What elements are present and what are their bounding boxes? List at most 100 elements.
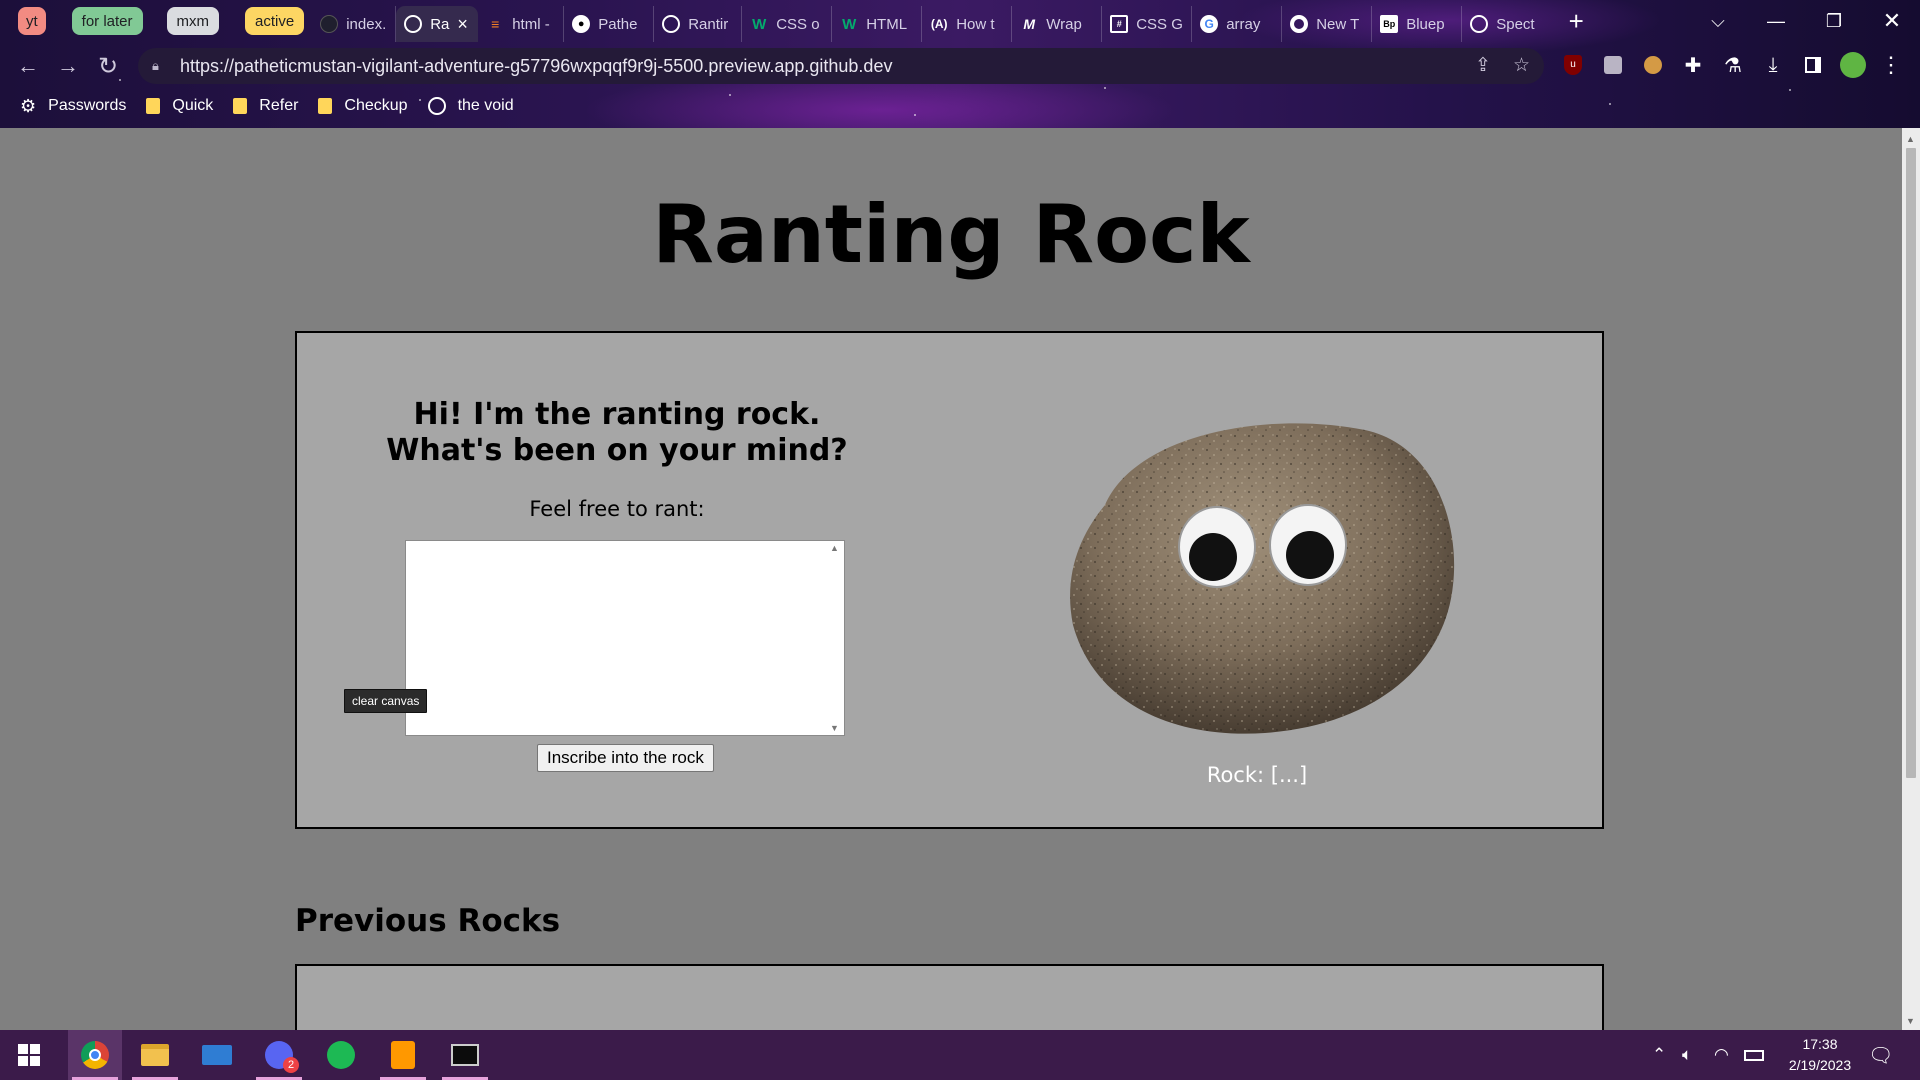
medium-icon: M xyxy=(1023,16,1036,32)
discord-icon: 2 xyxy=(265,1041,299,1073)
page-viewport: Ranting Rock Hi! I'm the ranting rock. W… xyxy=(0,128,1902,1030)
bookmark-folder-quick[interactable]: Quick xyxy=(146,97,213,115)
bookmark-star-icon[interactable]: ☆ xyxy=(1513,54,1530,77)
tab-group-mxm[interactable]: mxm xyxy=(166,7,220,35)
taskbar-discord[interactable]: 2 xyxy=(252,1030,306,1080)
taskbar-mail[interactable] xyxy=(190,1030,244,1080)
inscribe-button[interactable]: Inscribe into the rock xyxy=(537,744,714,772)
scroll-down-icon[interactable]: ▼ xyxy=(830,723,839,733)
tab-css[interactable]: W CSS o xyxy=(742,6,833,42)
browser-chrome: yt for later mxm active index. Ra × ≡ ht… xyxy=(0,0,1920,128)
labs-flask-icon[interactable]: ⚗ xyxy=(1720,52,1746,78)
textarea-scrollbar[interactable]: ▲ ▼ xyxy=(827,541,844,735)
terminal-icon xyxy=(451,1044,479,1066)
back-button[interactable]: ← xyxy=(8,48,48,84)
taskbar-terminal[interactable] xyxy=(438,1030,492,1080)
scroll-up-icon[interactable]: ▲ xyxy=(1906,134,1915,144)
close-window-button[interactable]: ✕ xyxy=(1864,0,1920,42)
page-title: Ranting Rock xyxy=(652,188,1250,281)
tab-ranting[interactable]: Rantir xyxy=(654,6,743,42)
w3schools-icon: W xyxy=(842,15,857,33)
globe-icon xyxy=(427,97,446,115)
bookmarks-bar: ⚙ Passwords Quick Refer Checkup the void xyxy=(0,92,1920,120)
battery-button[interactable] xyxy=(1744,1030,1764,1080)
ublock-extension-icon[interactable]: u xyxy=(1560,52,1586,78)
speaker-icon: 🔈︎ xyxy=(1682,1045,1693,1064)
start-button[interactable] xyxy=(2,1030,56,1080)
tab-bluep[interactable]: Bp Bluep xyxy=(1372,6,1463,42)
mail-icon xyxy=(202,1045,232,1065)
scrollbar-thumb[interactable] xyxy=(1906,148,1916,778)
taskbar-file-explorer[interactable] xyxy=(128,1030,182,1080)
bookmark-the-void[interactable]: the void xyxy=(427,97,514,115)
rock-texture xyxy=(1070,423,1455,734)
tab-html[interactable]: ≡ html - xyxy=(478,6,565,42)
new-tab-button[interactable]: + xyxy=(1558,3,1594,39)
tab-group-for-later[interactable]: for later xyxy=(71,7,143,35)
minimize-icon: — xyxy=(1767,10,1785,31)
bookmark-folder-checkup[interactable]: Checkup xyxy=(318,97,408,115)
side-panel-icon[interactable] xyxy=(1800,52,1826,78)
taskbar-chrome[interactable] xyxy=(68,1030,122,1080)
tab-css-grid[interactable]: # CSS G xyxy=(1102,6,1193,42)
windows-start-icon xyxy=(18,1044,40,1066)
github-icon: ● xyxy=(572,15,591,33)
restore-button[interactable]: ❐ xyxy=(1806,0,1862,42)
stackoverflow-icon: ≡ xyxy=(491,16,500,32)
tab-wrap[interactable]: M Wrap xyxy=(1012,6,1103,42)
tab-ranting-rock[interactable]: Ra × xyxy=(396,6,479,42)
taskbar-clock[interactable]: 17:38 2/19/2023 xyxy=(1770,1034,1870,1076)
volume-button[interactable]: 🔈︎ xyxy=(1682,1030,1692,1080)
tab-index[interactable]: index. xyxy=(312,6,397,42)
rant-label: Feel free to rant: xyxy=(529,497,705,521)
share-icon[interactable]: ⇪ xyxy=(1475,54,1491,77)
rock-response: Rock: [...] xyxy=(1206,763,1308,787)
rant-textarea[interactable] xyxy=(405,540,845,736)
address-bar[interactable]: 🔒︎ https://patheticmustan-vigilant-adven… xyxy=(138,48,1544,84)
page-scrollbar[interactable]: ▲ ▼ xyxy=(1902,128,1920,1030)
tab-group-yt[interactable]: yt xyxy=(18,7,46,35)
taskbar-sublime-text[interactable] xyxy=(376,1030,430,1080)
taskbar-spotify[interactable] xyxy=(314,1030,368,1080)
tab-spect[interactable]: Spect xyxy=(1462,6,1550,42)
close-tab-icon[interactable]: × xyxy=(457,14,468,35)
tab-how-to[interactable]: (A) How t xyxy=(922,6,1013,42)
scroll-up-icon[interactable]: ▲ xyxy=(830,543,839,553)
previous-rocks-heading: Previous Rocks xyxy=(295,903,561,939)
reload-button[interactable]: ↻ xyxy=(88,48,128,84)
lock-icon: 🔒︎ xyxy=(152,58,159,73)
download-icon[interactable]: ⤓ xyxy=(1760,52,1786,78)
notifications-button[interactable]: 🗨︎ xyxy=(1868,1030,1893,1080)
angular-bracket-icon: (A) xyxy=(930,17,948,31)
w3schools-icon: W xyxy=(752,15,767,33)
bookmark-folder-refer[interactable]: Refer xyxy=(233,97,298,115)
tab-github[interactable]: ● Pathe xyxy=(564,6,655,42)
globe-icon xyxy=(1470,15,1489,33)
chevron-down-icon: ⌵ xyxy=(1711,10,1725,31)
tab-search-button[interactable]: ⌵ xyxy=(1690,0,1746,42)
tab-group-active[interactable]: active xyxy=(245,7,305,35)
extensions-puzzle-icon[interactable]: ✚ xyxy=(1680,52,1706,78)
previous-rocks-card xyxy=(295,964,1604,1030)
spotify-icon xyxy=(327,1041,355,1069)
folder-icon xyxy=(233,98,248,114)
bookmark-passwords[interactable]: ⚙ Passwords xyxy=(20,96,126,117)
minimize-button[interactable]: — xyxy=(1748,0,1804,42)
google-icon: G xyxy=(1200,15,1219,33)
tab-html-w3[interactable]: W HTML xyxy=(832,6,923,42)
dark-circle-icon xyxy=(320,15,339,33)
url-text: https://patheticmustan-vigilant-adventur… xyxy=(180,55,893,76)
menu-kebab-icon[interactable]: ⋮ xyxy=(1878,52,1904,78)
grey-square xyxy=(1604,56,1622,74)
show-hidden-icons-button[interactable]: ⌃ xyxy=(1652,1030,1666,1080)
tab-array[interactable]: G array xyxy=(1192,6,1283,42)
extension-grey-icon[interactable] xyxy=(1600,52,1626,78)
scroll-down-icon[interactable]: ▼ xyxy=(1906,1016,1915,1026)
discord-badge: 2 xyxy=(283,1057,299,1073)
tab-new-tab[interactable]: New T xyxy=(1282,6,1373,42)
cookie-icon[interactable] xyxy=(1640,52,1666,78)
profile-avatar[interactable] xyxy=(1840,52,1866,78)
network-button[interactable]: ◠ xyxy=(1714,1030,1729,1080)
forward-button[interactable]: → xyxy=(48,48,88,84)
bp-icon: Bp xyxy=(1380,15,1399,33)
